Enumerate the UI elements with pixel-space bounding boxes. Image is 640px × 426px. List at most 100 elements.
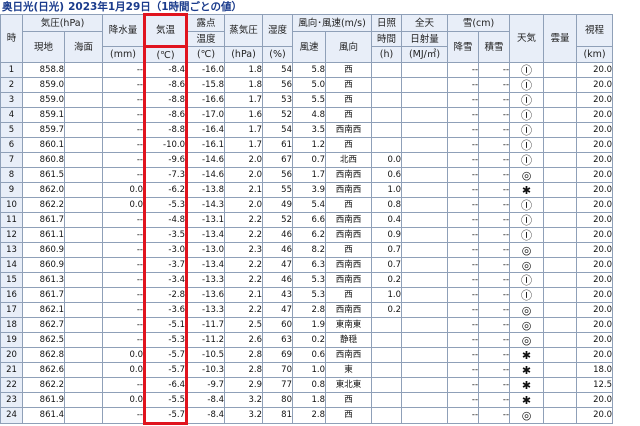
- hour-cell: 10: [0, 197, 23, 213]
- table-row: 16 861.7 -- -2.8 -13.6 2.1 43 5.3 西 1.0 -- -- Ⓘ 20.0: [0, 287, 614, 303]
- snowdepth-cell: --: [478, 392, 511, 408]
- pressure-cell: 861.7: [22, 212, 65, 228]
- dew-cell: -17.0: [186, 107, 225, 123]
- visibility-cell: 20.0: [576, 137, 614, 153]
- dew-cell: -16.6: [186, 92, 225, 108]
- hour-cell: 3: [0, 92, 23, 108]
- table-row: 5 859.7 -- -8.8 -16.4 1.7 54 3.5 西南西 -- -- Ⓘ 20.0: [0, 122, 614, 138]
- station-name: 奥日光(日光): [2, 1, 65, 13]
- precip-cell: 0.0: [102, 182, 145, 198]
- wind-dir-cell: 西南西: [324, 167, 373, 183]
- table-row: 10 862.2 0.0 -5.3 -14.3 2.0 49 5.4 西 0.8 -- -- Ⓘ 20.0: [0, 197, 614, 213]
- header-radiation-unit: (MJ/㎡): [401, 46, 449, 63]
- snowdepth-cell: --: [478, 92, 511, 108]
- vapor-cell: 1.8: [224, 62, 263, 78]
- humidity-cell: 77: [262, 377, 293, 393]
- hour-cell: 12: [0, 227, 23, 243]
- snowfall-cell: --: [447, 227, 480, 243]
- pressure-cell: 862.8: [22, 347, 65, 363]
- header-wind: 風向･風速(m/s): [291, 14, 373, 32]
- header-cloud: 雲量: [543, 14, 578, 63]
- precip-cell: --: [102, 77, 145, 93]
- snowdepth-cell: --: [478, 212, 511, 228]
- sunshine-cell: 0.6: [371, 167, 403, 183]
- pressure-cell: 860.9: [22, 242, 65, 258]
- sea-pressure-cell: [64, 77, 103, 93]
- vapor-cell: 1.8: [224, 77, 263, 93]
- hour-cell: 13: [0, 242, 23, 258]
- snowdepth-cell: --: [478, 122, 511, 138]
- vapor-cell: 1.7: [224, 137, 263, 153]
- wind-speed-cell: 1.7: [292, 167, 326, 183]
- snowfall-cell: --: [447, 62, 480, 78]
- visibility-cell: 20.0: [576, 62, 614, 78]
- dew-cell: -13.3: [186, 272, 225, 288]
- wind-dir-cell: 西南西: [324, 257, 373, 273]
- weather-icon: ◎: [509, 167, 545, 183]
- radiation-cell: [401, 347, 449, 363]
- table-row: 7 860.8 -- -9.6 -14.6 2.0 67 0.7 北西 0.0 -- -- Ⓘ 20.0: [0, 152, 614, 168]
- snowdepth-cell: --: [478, 407, 511, 424]
- table-row: 1 858.8 -- -8.4 -16.0 1.8 54 5.8 西 -- -- Ⓘ 20.0: [0, 62, 614, 78]
- radiation-cell: [401, 167, 449, 183]
- snowdepth-cell: --: [478, 152, 511, 168]
- weather-icon: Ⓘ: [509, 62, 545, 78]
- visibility-cell: 20.0: [576, 302, 614, 318]
- hour-cell: 15: [0, 272, 23, 288]
- snowdepth-cell: --: [478, 272, 511, 288]
- hour-cell: 9: [0, 182, 23, 198]
- visibility-cell: 20.0: [576, 122, 614, 138]
- weather-icon: Ⓘ: [509, 272, 545, 288]
- vapor-cell: 2.2: [224, 212, 263, 228]
- table-row: 22 862.2 -- -6.4 -9.7 2.9 77 0.8 東北東 -- -- ✱ 12.5: [0, 377, 614, 393]
- pressure-cell: 860.8: [22, 152, 65, 168]
- wind-speed-cell: 1.9: [292, 317, 326, 333]
- sunshine-cell: [371, 317, 403, 333]
- table-row: 15 861.3 -- -3.4 -13.3 2.2 46 5.3 西南西 0.2 -- -- Ⓘ 20.…: [0, 272, 614, 288]
- temp-cell: -2.8: [143, 287, 188, 303]
- radiation-cell: [401, 182, 449, 198]
- weather-icon: ◎: [509, 257, 545, 273]
- snowdepth-cell: --: [478, 167, 511, 183]
- snowdepth-cell: --: [478, 77, 511, 93]
- snowdepth-cell: --: [478, 107, 511, 123]
- snowdepth-cell: --: [478, 182, 511, 198]
- pressure-cell: 861.1: [22, 227, 65, 243]
- pressure-cell: 861.7: [22, 287, 65, 303]
- sunshine-cell: [371, 77, 403, 93]
- weather-icon: ✱: [509, 392, 545, 408]
- weather-icon: Ⓘ: [509, 197, 545, 213]
- snowfall-cell: --: [447, 407, 480, 424]
- wind-speed-cell: 0.2: [292, 332, 326, 348]
- header-wind-speed: 風速: [292, 31, 326, 63]
- dew-cell: -13.4: [186, 257, 225, 273]
- pressure-cell: 862.1: [22, 302, 65, 318]
- precip-cell: --: [102, 92, 145, 108]
- wind-dir-cell: 西: [324, 407, 373, 424]
- hour-cell: 2: [0, 77, 23, 93]
- humidity-cell: 54: [262, 122, 293, 138]
- humidity-cell: 63: [262, 332, 293, 348]
- radiation-cell: [401, 227, 449, 243]
- wind-speed-cell: 4.8: [292, 107, 326, 123]
- cloud-cell: [543, 137, 578, 153]
- header-dew-unit: (℃): [186, 46, 225, 63]
- table-row: 13 860.9 -- -3.0 -13.0 2.3 46 8.2 西 0.7 -- -- ◎ 20.0: [0, 242, 614, 258]
- sunshine-cell: 0.7: [371, 257, 403, 273]
- snowfall-cell: --: [447, 92, 480, 108]
- table-row: 6 860.1 -- -10.0 -16.1 1.7 61 1.2 西 -- -- Ⓘ 20.0: [0, 137, 614, 153]
- sea-pressure-cell: [64, 92, 103, 108]
- hour-cell: 11: [0, 212, 23, 228]
- precip-cell: --: [102, 122, 145, 138]
- pressure-cell: 859.7: [22, 122, 65, 138]
- vapor-cell: 2.0: [224, 152, 263, 168]
- vapor-cell: 3.2: [224, 392, 263, 408]
- wind-speed-cell: 1.2: [292, 137, 326, 153]
- dew-cell: -14.3: [186, 197, 225, 213]
- vapor-cell: 2.8: [224, 347, 263, 363]
- table-row: 17 862.1 -- -3.6 -13.3 2.2 47 2.8 西南西 0.2 -- -- ◎ 20.…: [0, 302, 614, 318]
- hourly-weather-table: 時 気圧(hPa) 降水量 気温 露点 蒸気圧 湿度 風向･風速(m/s) 日照…: [0, 13, 614, 425]
- sunshine-cell: [371, 407, 403, 424]
- wind-speed-cell: 0.7: [292, 152, 326, 168]
- snowfall-cell: --: [447, 77, 480, 93]
